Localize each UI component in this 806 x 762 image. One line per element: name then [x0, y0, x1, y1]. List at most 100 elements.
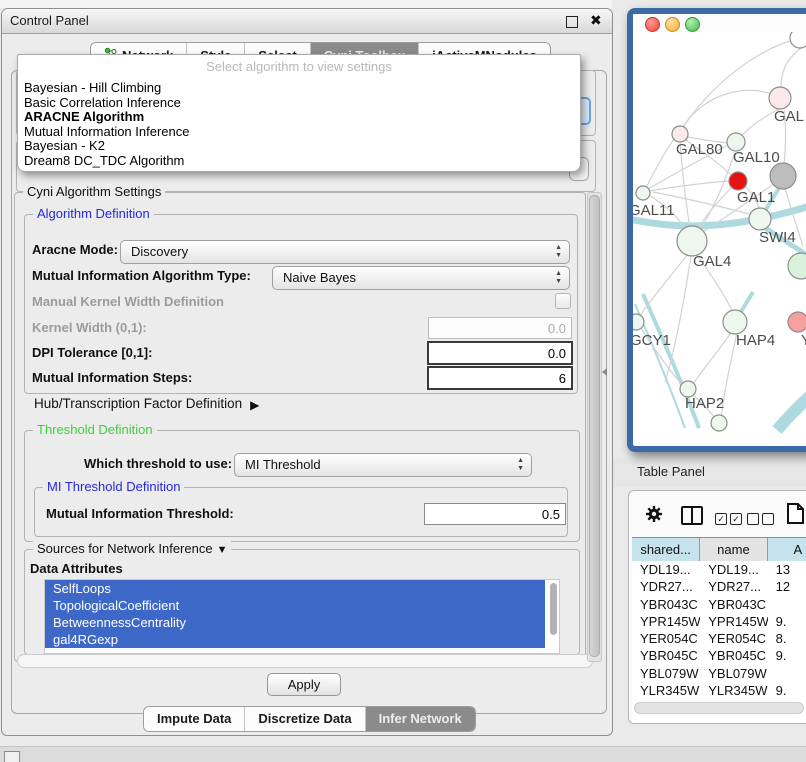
sources-expander[interactable]: Sources for Network Inference ▼: [33, 541, 231, 556]
settings-gear-icon[interactable]: [645, 505, 663, 528]
node-label: HAP2: [685, 395, 724, 412]
kernel-width-input[interactable]: [428, 317, 572, 339]
attribute-item-selected[interactable]: BetweennessCentrality: [45, 614, 545, 631]
node-label: GAL11: [633, 202, 675, 219]
table-row[interactable]: YDL19...YDL19...13: [632, 561, 806, 578]
algorithm-dropdown[interactable]: Select algorithm to view settings Bayesi…: [17, 54, 581, 172]
apply-button[interactable]: Apply: [267, 673, 341, 696]
group-title: Threshold Definition: [33, 422, 157, 437]
data-attributes-list[interactable]: SelfLoopsTopologicalCoefficientBetweenne…: [44, 579, 560, 654]
aracne-mode-label: Aracne Mode:: [32, 242, 118, 257]
table-cell: 13: [768, 561, 806, 578]
panel-collapse-arrow[interactable]: [602, 368, 607, 376]
algorithm-option[interactable]: Dream8 DC_TDC Algorithm: [22, 154, 576, 169]
algorithm-option[interactable]: Mutual Information Inference: [22, 125, 576, 140]
table-row[interactable]: YBL079WYBL079W: [632, 665, 806, 682]
close-traffic-light[interactable]: [645, 17, 660, 32]
tab-discretize-data[interactable]: Discretize Data: [244, 707, 364, 731]
algorithm-option[interactable]: Bayesian - Hill Climbing: [22, 81, 576, 96]
mi-algorithm-type-select[interactable]: Naive Bayes ▲▼: [272, 266, 570, 290]
node-label: HAP4: [736, 332, 775, 349]
collapse-down-icon[interactable]: ▼: [217, 544, 228, 556]
network-node[interactable]: [749, 208, 771, 230]
table-cell: YBR045C: [632, 647, 700, 664]
algorithm-option[interactable]: Bayesian - K2: [22, 139, 576, 154]
table-cell: 9.: [768, 647, 806, 664]
column-header[interactable]: name: [700, 538, 767, 561]
network-node[interactable]: [788, 312, 806, 332]
manual-kernel-label: Manual Kernel Width Definition: [32, 294, 224, 309]
network-node[interactable]: [711, 415, 727, 431]
control-panel-titlebar[interactable]: Control Panel ✖: [2, 9, 612, 34]
network-node[interactable]: [769, 87, 791, 109]
network-view-window[interactable]: GALGAL80GAL10GAL1GAL11SWI4GAL4GCY1HAP4YH…: [627, 8, 806, 452]
table-cell: YDL19...: [632, 561, 700, 578]
float-window-icon[interactable]: [566, 16, 578, 28]
mi-threshold-input[interactable]: [424, 503, 566, 525]
which-threshold-select[interactable]: MI Threshold ▲▼: [234, 453, 532, 477]
network-node[interactable]: [770, 163, 796, 189]
grid-corner-icon[interactable]: [4, 751, 20, 762]
network-node[interactable]: [729, 172, 747, 190]
hub-definition-expander[interactable]: Hub/Transcription Factor Definition▶: [34, 396, 259, 411]
dpi-tolerance-label: DPI Tolerance [0,1]:: [32, 345, 152, 360]
scrollbar-thumb[interactable]: [589, 195, 600, 657]
dpi-tolerance-input[interactable]: [427, 341, 573, 365]
mi-type-label: Mutual Information Algorithm Type:: [32, 268, 251, 283]
network-node[interactable]: [633, 314, 644, 330]
list-scrollbar[interactable]: [550, 583, 557, 635]
aracne-mode-select[interactable]: Discovery ▲▼: [120, 240, 570, 264]
selected-value: Naive Bayes: [283, 267, 356, 289]
network-node[interactable]: [672, 126, 688, 142]
network-node[interactable]: [788, 253, 806, 279]
screen: Control Panel ✖ Network Style Select Cyn…: [0, 0, 806, 762]
table-row[interactable]: YER054CYER054C8.: [632, 630, 806, 647]
group-title: Algorithm Definition: [33, 206, 154, 221]
close-icon[interactable]: ✖: [590, 12, 602, 29]
table-cell: YPR145W: [632, 613, 700, 630]
kernel-width-label: Kernel Width (0,1):: [32, 320, 147, 335]
table-cell: YBL079W: [700, 665, 767, 682]
algorithm-option[interactable]: Basic Correlation Inference: [22, 96, 576, 111]
minimize-traffic-light[interactable]: [665, 17, 680, 32]
table-cell: YDR27...: [632, 578, 700, 595]
network-window-titlebar[interactable]: [633, 14, 806, 32]
column-header[interactable]: shared...: [632, 538, 700, 561]
select-all-icon[interactable]: ✓✓: [715, 510, 742, 528]
new-table-icon[interactable]: [787, 503, 805, 529]
table-row[interactable]: YLR345WYLR345W9.: [632, 682, 806, 699]
attribute-item-selected[interactable]: gal4RGexp: [45, 631, 545, 648]
attribute-item-selected[interactable]: SelfLoops: [45, 580, 545, 597]
network-node[interactable]: [723, 310, 747, 334]
stepper-arrows-icon: ▲▼: [555, 244, 562, 260]
table-cell: YLR345W: [700, 682, 767, 699]
table-row[interactable]: YDR27...YDR27...12: [632, 578, 806, 595]
network-node[interactable]: [790, 32, 806, 48]
network-canvas[interactable]: GALGAL80GAL10GAL1GAL11SWI4GAL4GCY1HAP4YH…: [633, 32, 806, 434]
algorithm-option[interactable]: ARACNE Algorithm: [22, 110, 576, 125]
column-header[interactable]: A: [768, 538, 806, 561]
stepper-arrows-icon: ▲▼: [517, 457, 524, 473]
mi-steps-input[interactable]: [427, 366, 573, 390]
manual-kernel-checkbox[interactable]: [555, 293, 571, 309]
network-node[interactable]: [636, 186, 650, 200]
settings-vertical-scrollbar[interactable]: [587, 192, 602, 662]
table-row[interactable]: YBR045CYBR045C9.: [632, 647, 806, 664]
settings-horizontal-scrollbar[interactable]: [17, 654, 593, 668]
which-threshold-label: Which threshold to use:: [84, 456, 232, 471]
tab-label: Infer Network: [379, 708, 462, 730]
tab-impute-data[interactable]: Impute Data: [144, 707, 244, 731]
network-node[interactable]: [677, 226, 707, 256]
table-row[interactable]: YBR043CYBR043C: [632, 596, 806, 613]
zoom-traffic-light[interactable]: [685, 17, 700, 32]
table-horizontal-scrollbar[interactable]: [634, 702, 804, 714]
tab-infer-network[interactable]: Infer Network: [365, 707, 475, 731]
table-cell: YBR043C: [700, 596, 767, 613]
table-row[interactable]: YPR145WYPR145W9.: [632, 613, 806, 630]
attribute-item-selected[interactable]: TopologicalCoefficient: [45, 597, 545, 614]
split-pane-icon[interactable]: [681, 506, 703, 525]
expand-right-icon[interactable]: ▶: [250, 398, 259, 412]
deselect-all-icon[interactable]: [747, 510, 774, 528]
sources-title: Sources for Network Inference: [37, 541, 213, 556]
table-cell: [768, 665, 806, 682]
